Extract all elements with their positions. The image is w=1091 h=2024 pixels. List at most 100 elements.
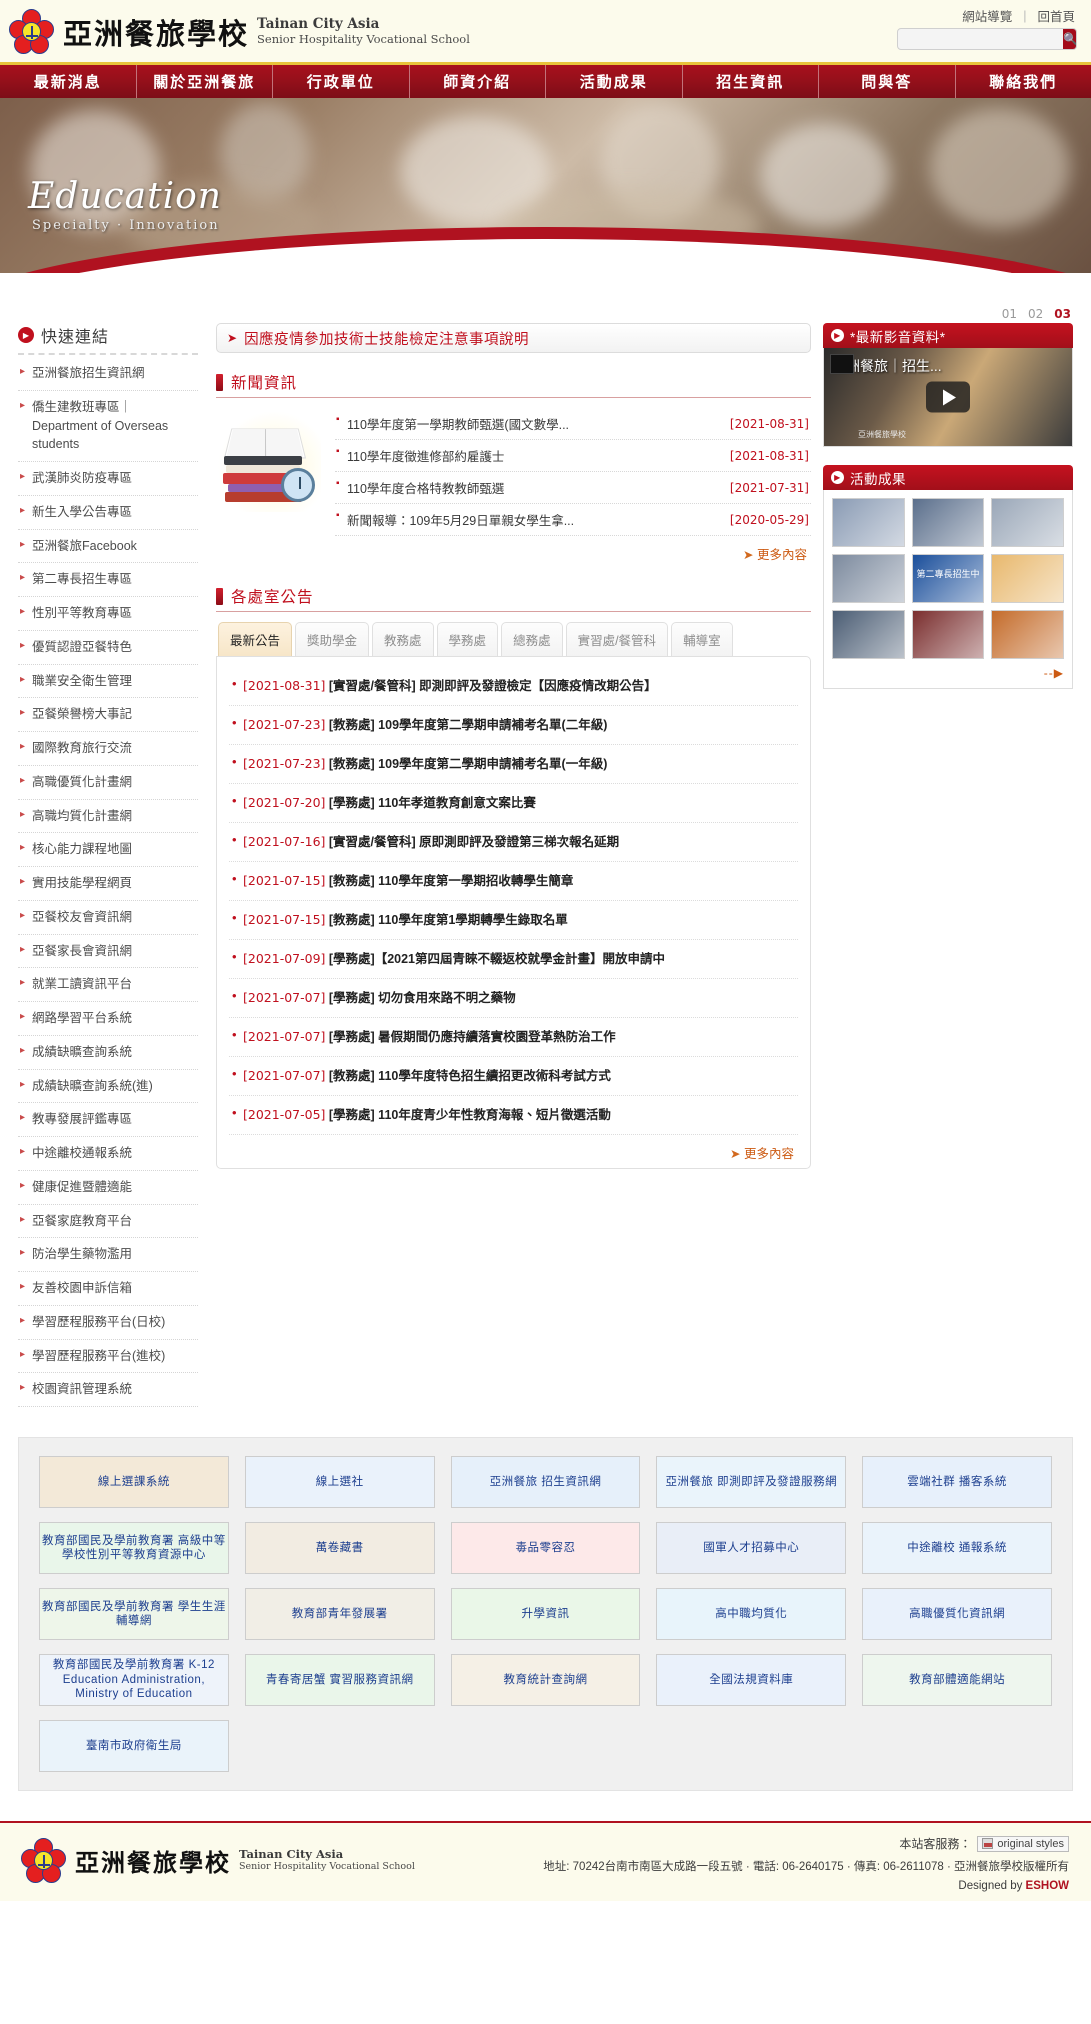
sidebar-link-13[interactable]: 核心能力課程地圖: [18, 833, 198, 867]
announcement-item-text[interactable]: [學務處]【2021第四屆青睞不輟返校就學金計畫】開放申請中: [325, 952, 665, 966]
footer-credit-name[interactable]: ESHOW: [1026, 1880, 1069, 1892]
partner-banner-12[interactable]: 升學資訊: [450, 1588, 641, 1640]
notice-text[interactable]: 因應疫情參加技術士技能檢定注意事項說明: [244, 328, 529, 349]
partner-banner-18[interactable]: 全國法規資料庫: [656, 1654, 847, 1706]
sidebar-link-25[interactable]: 防治學生藥物濫用: [18, 1238, 198, 1272]
announcement-tab-6[interactable]: 輔導室: [671, 622, 733, 656]
search-box[interactable]: 🔍: [897, 28, 1077, 50]
announcement-item-text[interactable]: [教務處] 110學年度特色招生續招更改術科考試方式: [325, 1069, 611, 1083]
sidebar-link-24[interactable]: 亞餐家庭教育平台: [18, 1205, 198, 1239]
sidebar-link-27[interactable]: 學習歷程服務平台(日校): [18, 1306, 198, 1340]
banner-slide-03[interactable]: 03: [1054, 307, 1071, 321]
announcement-item[interactable]: [2021-07-20] [學務處] 110年孝道教育創意文案比賽: [229, 784, 798, 823]
announcement-item[interactable]: [2021-07-07] [學務處] 切勿食用來路不明之藥物: [229, 979, 798, 1018]
nav-item-activities[interactable]: 活動成果: [546, 65, 683, 98]
partner-banner-19[interactable]: 教育部體適能網站: [862, 1654, 1052, 1706]
nav-item-contact[interactable]: 聯絡我們: [956, 65, 1091, 98]
announcement-item-text[interactable]: [教務處] 109學年度第二學期申請補考名單(二年級): [325, 718, 607, 732]
sidebar-link-7[interactable]: 優質認證亞餐特色: [18, 631, 198, 665]
sidebar-link-15[interactable]: 亞餐校友會資訊網: [18, 901, 198, 935]
news-item-title[interactable]: 110學年度合格特教教師甄選: [347, 478, 504, 497]
news-item-title[interactable]: 110學年度徵進修部約雇護士: [347, 446, 504, 465]
announcement-item-text[interactable]: [學務處] 110年孝道教育創意文案比賽: [325, 796, 536, 810]
partner-banner-1[interactable]: 線上選社: [244, 1456, 435, 1508]
gallery-thumbnail[interactable]: [832, 554, 905, 603]
news-item[interactable]: 新聞報導：109年5月29日單親女學生拿... [2020-05-29]: [335, 504, 811, 536]
home-link[interactable]: 回首頁: [1037, 6, 1075, 25]
partner-banner-11[interactable]: 教育部青年發展署: [244, 1588, 435, 1640]
announcement-tab-4[interactable]: 總務處: [501, 622, 563, 656]
announcement-item-text[interactable]: [教務處] 110學年度第一學期招收轉學生簡章: [325, 874, 573, 888]
sidebar-link-16[interactable]: 亞餐家長會資訊網: [18, 935, 198, 969]
nav-item-faq[interactable]: 問與答: [819, 65, 956, 98]
news-item[interactable]: 110學年度第一學期教師甄選(國文數學... [2021-08-31]: [335, 408, 811, 440]
nav-item-about[interactable]: 關於亞洲餐旅: [137, 65, 273, 98]
sidebar-link-29[interactable]: 校園資訊管理系統: [18, 1373, 198, 1407]
sidebar-link-14[interactable]: 實用技能學程網頁: [18, 867, 198, 901]
announcement-item-text[interactable]: [學務處] 切勿食用來路不明之藥物: [325, 991, 516, 1005]
partner-banner-16[interactable]: 青春寄居蟹 實習服務資訊網: [244, 1654, 435, 1706]
gallery-more-link[interactable]: --▶: [832, 659, 1064, 680]
announcement-item-text[interactable]: [教務處] 109學年度第二學期申請補考名單(一年級): [325, 757, 607, 771]
announcement-item[interactable]: [2021-07-15] [教務處] 110學年度第一學期招收轉學生簡章: [229, 862, 798, 901]
sidebar-link-10[interactable]: 國際教育旅行交流: [18, 732, 198, 766]
play-icon[interactable]: [926, 381, 970, 413]
sidebar-link-1[interactable]: 僑生建教班專區｜Department of Overseas students: [18, 391, 198, 462]
announcement-item[interactable]: [2021-07-09] [學務處]【2021第四屆青睞不輟返校就學金計畫】開放…: [229, 940, 798, 979]
banner-slide-01[interactable]: 01: [1002, 307, 1017, 321]
partner-banner-6[interactable]: 萬卷藏書: [244, 1522, 435, 1574]
sitemap-link[interactable]: 網站導覽: [962, 6, 1012, 25]
partner-banner-5[interactable]: 教育部國民及學前教育署 高級中等學校性別平等教育資源中心: [39, 1522, 229, 1574]
gallery-thumbnail[interactable]: [832, 498, 905, 547]
gallery-thumbnail[interactable]: [911, 610, 985, 659]
sidebar-link-9[interactable]: 亞餐榮譽榜大事記: [18, 698, 198, 732]
sidebar-link-21[interactable]: 教專發展評鑑專區: [18, 1103, 198, 1137]
announcements-more-link[interactable]: ➤ 更多內容: [229, 1135, 798, 1162]
partner-banner-17[interactable]: 教育統計查詢網: [450, 1654, 641, 1706]
announcement-tab-2[interactable]: 教務處: [372, 622, 434, 656]
announcement-item-text[interactable]: [學務處] 暑假期間仍應持續落實校園登革熱防治工作: [325, 1030, 616, 1044]
partner-banner-9[interactable]: 中途離校 通報系統: [862, 1522, 1052, 1574]
announcement-tab-3[interactable]: 學務處: [436, 622, 499, 656]
partner-banner-13[interactable]: 高中職均質化: [656, 1588, 847, 1640]
sidebar-link-22[interactable]: 中途離校通報系統: [18, 1137, 198, 1171]
sidebar-link-12[interactable]: 高職均質化計畫網: [18, 800, 198, 834]
announcement-item-text[interactable]: [教務處] 110學年度第1學期轉學生錄取名單: [325, 913, 568, 927]
partner-banner-8[interactable]: 國軍人才招募中心: [656, 1522, 847, 1574]
news-item-title[interactable]: 新聞報導：109年5月29日單親女學生拿...: [347, 510, 574, 529]
sidebar-link-11[interactable]: 高職優質化計畫網: [18, 766, 198, 800]
sidebar-link-28[interactable]: 學習歷程服務平台(進校): [18, 1340, 198, 1374]
sidebar-link-17[interactable]: 就業工讀資訊平台: [18, 968, 198, 1002]
gallery-thumbnail[interactable]: [991, 610, 1064, 659]
announcement-tab-5[interactable]: 實習處/餐管科: [565, 622, 669, 656]
news-more-label[interactable]: 更多內容: [757, 548, 807, 562]
partner-banner-15[interactable]: 教育部國民及學前教育署 K-12 Education Administratio…: [39, 1654, 229, 1706]
announcements-more-label[interactable]: 更多內容: [744, 1147, 794, 1161]
gallery-thumbnail[interactable]: [991, 554, 1064, 603]
nav-item-faculty[interactable]: 師資介紹: [410, 65, 546, 98]
partner-banner-2[interactable]: 亞洲餐旅 招生資訊網: [450, 1456, 641, 1508]
sidebar-link-26[interactable]: 友善校園申訴信箱: [18, 1272, 198, 1306]
announcement-item[interactable]: [2021-07-23] [教務處] 109學年度第二學期申請補考名單(二年級): [229, 706, 798, 745]
sidebar-link-23[interactable]: 健康促進暨體適能: [18, 1171, 198, 1205]
news-item[interactable]: 110學年度合格特教教師甄選 [2021-07-31]: [335, 472, 811, 504]
partner-banner-20[interactable]: 臺南市政府衛生局: [39, 1720, 229, 1772]
search-button[interactable]: 🔍: [1063, 29, 1076, 49]
partner-banner-3[interactable]: 亞洲餐旅 即測即評及發證服務網: [656, 1456, 847, 1508]
announcement-item[interactable]: [2021-08-31] [實習處/餐管科] 即測即評及發證檢定【因應疫情改期公…: [229, 667, 798, 706]
search-input[interactable]: [898, 29, 1063, 49]
sidebar-link-8[interactable]: 職業安全衛生管理: [18, 665, 198, 699]
news-item-title[interactable]: 110學年度第一學期教師甄選(國文數學...: [347, 414, 569, 433]
sidebar-link-5[interactable]: 第二專長招生專區: [18, 563, 198, 597]
news-item[interactable]: 110學年度徵進修部約雇護士 [2021-08-31]: [335, 440, 811, 472]
gallery-thumbnail[interactable]: 第二專長招生中: [911, 554, 985, 603]
gallery-thumbnail[interactable]: [911, 498, 985, 547]
video-player[interactable]: 亞洲餐旅｜招生... 亞洲餐旅學校: [823, 348, 1073, 447]
news-more-link[interactable]: ➤ 更多內容: [216, 536, 811, 563]
nav-item-news[interactable]: 最新消息: [0, 65, 137, 98]
sidebar-link-4[interactable]: 亞洲餐旅Facebook: [18, 530, 198, 564]
announcement-tab-1[interactable]: 獎助學金: [295, 622, 370, 656]
announcement-tab-0[interactable]: 最新公告: [218, 622, 293, 656]
partner-banner-14[interactable]: 高職優質化資訊網: [862, 1588, 1052, 1640]
site-logo[interactable]: 亞洲餐旅學校 Tainan City Asia Senior Hospitali…: [8, 8, 470, 55]
